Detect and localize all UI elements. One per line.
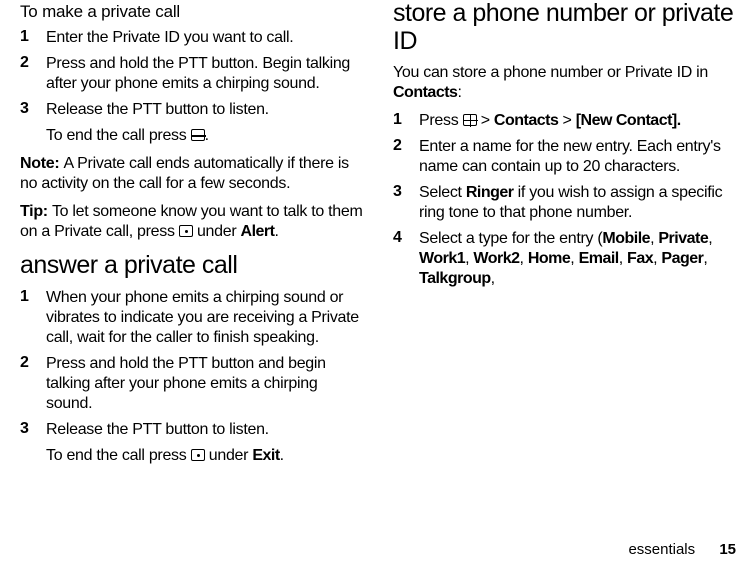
step-number: 1 (20, 28, 46, 46)
footer-section: essentials (628, 541, 695, 558)
step-text: Press > Contacts > [New Contact]. (419, 111, 681, 131)
end-key-icon (191, 129, 205, 141)
gt-1: > (477, 112, 494, 129)
s3-pre: Select (419, 184, 466, 201)
page-body: To make a private call 1 Enter the Priva… (20, 0, 736, 530)
ringer-label: Ringer (466, 184, 514, 201)
tip-text-2: under (193, 223, 241, 240)
tip-text-3: . (274, 223, 278, 240)
step-row: 2 Press and hold the PTT button and begi… (20, 354, 363, 414)
step-text: Press and hold the PTT button. Begin tal… (46, 54, 363, 94)
step-number: 1 (20, 288, 46, 306)
step-text: Enter a name for the new entry. Each ent… (419, 137, 736, 177)
page-number: 15 (719, 541, 736, 558)
tip-paragraph: Tip: To let someone know you want to tal… (20, 202, 363, 242)
heading-answer-call: answer a private call (20, 252, 363, 280)
step-text: Release the PTT button to listen. (46, 420, 269, 440)
step-number: 2 (393, 137, 419, 155)
step-number: 3 (20, 100, 46, 118)
s4-pre: Select a type for the entry ( (419, 230, 602, 247)
step-text: Release the PTT button to listen. (46, 100, 269, 120)
step-row: 3 Release the PTT button to listen. (20, 420, 363, 440)
type-work2: Work2 (473, 250, 519, 267)
intro-text-1: You can store a phone number or Private … (393, 64, 708, 81)
type-home: Home (528, 250, 570, 267)
step-number: 4 (393, 229, 419, 247)
type-fax: Fax (627, 250, 653, 267)
end-call-pre: To end the call press (46, 447, 191, 464)
step-number: 1 (393, 111, 419, 129)
step-number: 2 (20, 54, 46, 72)
step-row: 1 When your phone emits a chirping sound… (20, 288, 363, 348)
end-call-pre: To end the call press (46, 127, 191, 144)
step-number: 3 (393, 183, 419, 201)
step-text: Press and hold the PTT button and begin … (46, 354, 363, 414)
store-intro: You can store a phone number or Private … (393, 63, 736, 103)
intro-text-2: : (457, 84, 461, 101)
note-label: Note: (20, 155, 64, 172)
softkey-icon (191, 449, 205, 461)
step-text: Enter the Private ID you want to call. (46, 28, 293, 48)
page-footer: essentials 15 (628, 541, 736, 558)
note-text: A Private call ends automatically if the… (20, 155, 349, 192)
new-contact-menu: [New Contact]. (576, 112, 681, 129)
type-talkgroup: Talkgroup (419, 270, 491, 287)
alert-label: Alert (241, 223, 275, 240)
subhead-private-call: To make a private call (20, 2, 363, 22)
step-end-call: To end the call press under Exit. (46, 446, 363, 466)
step-row: 1 Enter the Private ID you want to call. (20, 28, 363, 48)
step-row: 2 Press and hold the PTT button. Begin t… (20, 54, 363, 94)
step-end-call: To end the call press . (46, 126, 363, 146)
type-work1: Work1 (419, 250, 465, 267)
step-row: 3 Select Ringer if you wish to assign a … (393, 183, 736, 223)
type-pager: Pager (661, 250, 703, 267)
softkey-icon (179, 225, 193, 237)
end-call-mid: under (205, 447, 253, 464)
step-number: 2 (20, 354, 46, 372)
type-private: Private (658, 230, 708, 247)
end-call-post: . (280, 447, 284, 464)
type-email: Email (579, 250, 619, 267)
step-row: 1 Press > Contacts > [New Contact]. (393, 111, 736, 131)
step-row: 4 Select a type for the entry (Mobile, P… (393, 229, 736, 289)
step-text: When your phone emits a chirping sound o… (46, 288, 363, 348)
step-number: 3 (20, 420, 46, 438)
type-mobile: Mobile (602, 230, 650, 247)
note-paragraph: Note: A Private call ends automatically … (20, 154, 363, 194)
menu-key-icon (463, 114, 477, 126)
heading-store-number: store a phone number or private ID (393, 0, 736, 55)
step-text: Select a type for the entry (Mobile, Pri… (419, 229, 736, 289)
press-label: Press (419, 112, 463, 129)
exit-label: Exit (252, 447, 279, 464)
step-row: 3 Release the PTT button to listen. (20, 100, 363, 120)
contacts-menu: Contacts (494, 112, 558, 129)
contacts-label: Contacts (393, 84, 457, 101)
tip-label: Tip: (20, 203, 52, 220)
step-row: 2 Enter a name for the new entry. Each e… (393, 137, 736, 177)
gt-2: > (558, 112, 575, 129)
step-text: Select Ringer if you wish to assign a sp… (419, 183, 736, 223)
